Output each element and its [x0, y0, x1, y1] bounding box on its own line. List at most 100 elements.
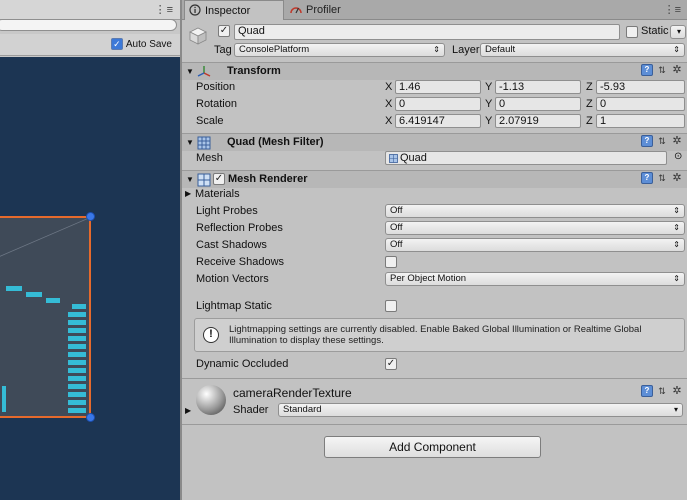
transform-title: Transform: [227, 65, 281, 77]
dropdown-arrow-icon: ▾: [673, 405, 678, 414]
foldout-arrow-icon[interactable]: ▼: [186, 175, 194, 184]
reflection-probes-dropdown[interactable]: Off ⇕: [385, 221, 685, 235]
transform-handle-bottom-right[interactable]: [86, 413, 95, 422]
preset-icon[interactable]: ⇅: [656, 385, 668, 397]
ellipsis-menu-icon[interactable]: ⋮≡: [155, 3, 174, 16]
motion-vectors-dropdown[interactable]: Per Object Motion ⇕: [385, 272, 685, 286]
scene-tab-bar: ⋮≡: [0, 0, 180, 20]
static-checkbox[interactable]: [626, 26, 638, 38]
component-tools: ? ⇅ ✲: [641, 172, 683, 184]
add-component-button[interactable]: Add Component: [324, 436, 541, 458]
materials-foldout-icon[interactable]: ▶: [185, 189, 191, 198]
preview-bar: [68, 368, 86, 373]
material-foldout-icon[interactable]: ▶: [185, 406, 191, 415]
scene-search-field[interactable]: [0, 19, 177, 31]
scale-x-label[interactable]: X: [385, 115, 392, 127]
position-y-field[interactable]: -1.13: [495, 80, 581, 94]
rotation-y-field[interactable]: 0: [495, 97, 581, 111]
layer-dropdown[interactable]: Default ⇕: [480, 43, 685, 57]
help-icon[interactable]: ?: [641, 135, 653, 147]
materials-label[interactable]: Materials: [195, 188, 240, 200]
static-dropdown[interactable]: ▾: [670, 25, 686, 39]
mesh-renderer-enabled-checkbox[interactable]: ✓: [213, 173, 225, 185]
mesh-renderer-icon: [197, 173, 211, 187]
component-tools: ? ⇅ ✲: [641, 135, 683, 147]
dropdown-arrow-icon: ⇕: [433, 45, 440, 54]
tab-inspector-label: Inspector: [205, 5, 251, 17]
position-z-field[interactable]: -5.93: [596, 80, 685, 94]
preview-bar: [68, 400, 86, 405]
preview-bar: [68, 352, 86, 357]
gameobject-cube-icon: [189, 27, 207, 45]
preset-icon[interactable]: ⇅: [656, 64, 668, 76]
auto-save-checkbox[interactable]: ✓: [110, 38, 123, 50]
receive-shadows-checkbox[interactable]: [385, 256, 397, 268]
help-icon[interactable]: ?: [641, 64, 653, 76]
lightmap-static-checkbox[interactable]: [385, 300, 397, 312]
preset-icon[interactable]: ⇅: [656, 172, 668, 184]
rotation-x-field[interactable]: 0: [395, 97, 481, 111]
help-icon[interactable]: ?: [641, 385, 653, 397]
cast-shadows-label: Cast Shadows: [196, 239, 267, 251]
scale-z-label[interactable]: Z: [586, 115, 593, 127]
info-icon: !: [203, 327, 219, 343]
position-x-label[interactable]: X: [385, 81, 392, 93]
mesh-object-field[interactable]: Quad: [385, 151, 667, 165]
scale-y-field[interactable]: 2.07919: [495, 114, 581, 128]
gear-icon[interactable]: ✲: [671, 135, 683, 147]
transform-header[interactable]: ▼ Transform ? ⇅ ✲: [182, 62, 687, 80]
mesh-renderer-header[interactable]: ▼ ✓ Mesh Renderer ? ⇅ ✲: [182, 170, 687, 188]
auto-save-toggle[interactable]: ✓ Auto Save: [110, 38, 172, 50]
material-preview-sphere: [196, 385, 226, 415]
scale-y-label[interactable]: Y: [485, 115, 492, 127]
tag-value: ConsolePlatform: [239, 44, 310, 55]
reflection-probes-value: Off: [390, 222, 403, 233]
object-picker-icon[interactable]: ⊙: [674, 151, 682, 162]
dropdown-arrow-icon: ⇕: [673, 223, 680, 232]
position-z-label[interactable]: Z: [586, 81, 593, 93]
preview-bar: [2, 386, 6, 412]
tag-dropdown[interactable]: ConsolePlatform ⇕: [234, 43, 445, 57]
gear-icon[interactable]: ✲: [671, 64, 683, 76]
help-icon[interactable]: ?: [641, 172, 653, 184]
gameobject-active-checkbox[interactable]: ✓: [218, 25, 230, 37]
gear-icon[interactable]: ✲: [671, 385, 683, 397]
selected-quad[interactable]: [0, 216, 91, 418]
gear-icon[interactable]: ✲: [671, 172, 683, 184]
gameobject-name-field[interactable]: Quad: [234, 24, 620, 40]
position-y-label[interactable]: Y: [485, 81, 492, 93]
rotation-z-field[interactable]: 0: [596, 97, 685, 111]
scale-z-field[interactable]: 1: [596, 114, 685, 128]
inspector-menu-icon[interactable]: ⋮≡: [664, 3, 681, 16]
scale-x-field[interactable]: 6.419147: [395, 114, 481, 128]
foldout-arrow-icon[interactable]: ▼: [186, 67, 194, 76]
mesh-renderer-title: Mesh Renderer: [228, 173, 308, 185]
preview-bar: [68, 360, 86, 365]
preview-bar: [68, 392, 86, 397]
dropdown-arrow-icon: ⇕: [673, 274, 680, 283]
foldout-arrow-icon[interactable]: ▼: [186, 138, 194, 147]
scale-label: Scale: [196, 115, 224, 127]
transform-handle-top-right[interactable]: [86, 212, 95, 221]
light-probes-dropdown[interactable]: Off ⇕: [385, 204, 685, 218]
position-label: Position: [196, 81, 236, 93]
preset-icon[interactable]: ⇅: [656, 135, 668, 147]
rotation-z-label[interactable]: Z: [586, 98, 593, 110]
mesh-value: Quad: [400, 152, 427, 164]
preview-bar: [68, 328, 86, 333]
rotation-x-label[interactable]: X: [385, 98, 392, 110]
lightmap-static-label: Lightmap Static: [196, 300, 272, 312]
cast-shadows-dropdown[interactable]: Off ⇕: [385, 238, 685, 252]
position-x-field[interactable]: 1.46: [395, 80, 481, 94]
mesh-label: Mesh: [196, 152, 223, 164]
dynamic-occluded-checkbox[interactable]: ✓: [385, 358, 397, 370]
mesh-filter-title: Quad (Mesh Filter): [227, 136, 324, 148]
preview-bar: [68, 320, 86, 325]
preview-bar: [68, 384, 86, 389]
rotation-y-label[interactable]: Y: [485, 98, 492, 110]
shader-dropdown[interactable]: Standard ▾: [278, 403, 683, 417]
mesh-filter-header[interactable]: ▼ Quad (Mesh Filter) ? ⇅ ✲: [182, 133, 687, 151]
tab-profiler[interactable]: Profiler: [286, 0, 366, 20]
preview-bar: [68, 408, 86, 413]
tab-inspector[interactable]: Inspector: [184, 0, 284, 20]
